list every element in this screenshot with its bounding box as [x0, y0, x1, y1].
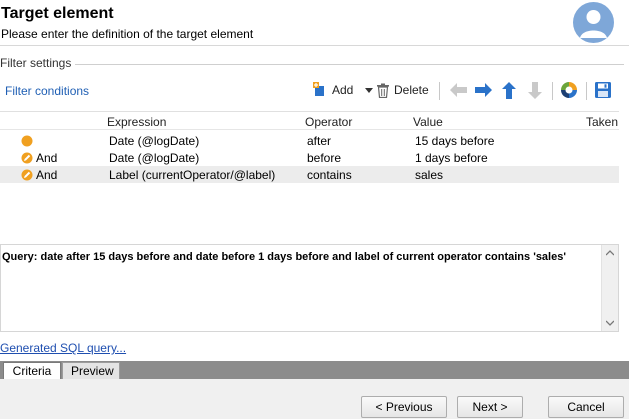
column-header-expression[interactable]: Expression — [107, 115, 166, 129]
dropdown-arrow-icon[interactable] — [365, 87, 374, 93]
row-expression: Label (currentOperator/@label) — [109, 168, 276, 182]
arrow-down-icon[interactable] — [528, 80, 542, 100]
dialog-header: Target element Please enter the definiti… — [0, 0, 629, 46]
group-divider — [70, 64, 624, 65]
tab-criteria[interactable]: Criteria — [3, 362, 61, 379]
scroll-down-icon[interactable] — [606, 319, 614, 327]
page-subtitle: Please enter the definition of the targe… — [1, 27, 254, 41]
add-condition-icon — [312, 82, 328, 98]
row-conjunction: And — [36, 151, 58, 165]
row-expression: Date (@logDate) — [109, 151, 200, 165]
table-row[interactable]: And Label (currentOperator/@label) conta… — [0, 166, 619, 183]
arrow-left-icon[interactable] — [450, 80, 467, 100]
row-expression: Date (@logDate) — [109, 134, 200, 148]
next-button[interactable]: Next > — [457, 396, 523, 418]
row-operator: after — [307, 134, 332, 148]
row-value: 15 days before — [415, 134, 495, 148]
delete-button[interactable]: Delete — [376, 80, 429, 100]
previous-button[interactable]: < Previous — [361, 396, 447, 418]
query-summary-box: Query: date after 15 days before and dat… — [0, 244, 619, 332]
scroll-up-icon[interactable] — [606, 249, 614, 257]
grid-header: Expression Operator Value Taken — [0, 112, 619, 130]
tabs-bar: Criteria Preview — [0, 361, 629, 379]
row-conjunction: And — [36, 168, 58, 182]
column-header-value[interactable]: Value — [413, 115, 443, 129]
column-header-operator[interactable]: Operator — [305, 115, 352, 129]
dialog-footer: < Previous Next > Cancel — [0, 379, 629, 419]
distribution-icon[interactable] — [560, 80, 578, 100]
toolbar-separator — [586, 82, 587, 100]
arrow-up-icon[interactable] — [502, 80, 516, 100]
filter-settings-label: Filter settings — [0, 56, 76, 70]
table-row[interactable]: Date (@logDate) after 15 days before — [0, 132, 619, 149]
row-operator: contains — [307, 168, 352, 182]
row-value: 1 days before — [415, 151, 488, 165]
vertical-scrollbar[interactable] — [601, 245, 618, 331]
row-value: sales — [415, 168, 444, 182]
table-row[interactable]: And Date (@logDate) before 1 days before — [0, 149, 619, 166]
row-operator: before — [307, 151, 342, 165]
filter-toolbar: Filter conditions Add Delete — [0, 76, 619, 104]
trash-icon — [376, 83, 390, 98]
toolbar-separator — [552, 82, 553, 100]
query-text: Query: date after 15 days before and dat… — [2, 251, 566, 263]
condition-edit-icon — [21, 152, 33, 164]
delete-label: Delete — [394, 83, 429, 97]
page-title: Target element — [1, 5, 114, 22]
cancel-button[interactable]: Cancel — [548, 396, 624, 418]
save-icon[interactable] — [595, 80, 611, 100]
arrow-right-icon[interactable] — [475, 80, 492, 100]
add-label: Add — [332, 83, 354, 97]
conditions-grid: Expression Operator Value Taken Date (@l… — [0, 111, 619, 241]
toolbar-separator — [439, 82, 440, 100]
generated-sql-link[interactable]: Generated SQL query... — [0, 341, 126, 355]
tab-preview[interactable]: Preview — [62, 362, 120, 379]
condition-edit-icon — [21, 169, 33, 181]
condition-dot-icon — [21, 135, 33, 147]
user-avatar-icon — [573, 2, 614, 43]
filter-conditions-label: Filter conditions — [5, 84, 90, 98]
column-header-taken[interactable]: Taken — [586, 115, 618, 129]
add-button[interactable]: Add — [312, 80, 374, 100]
